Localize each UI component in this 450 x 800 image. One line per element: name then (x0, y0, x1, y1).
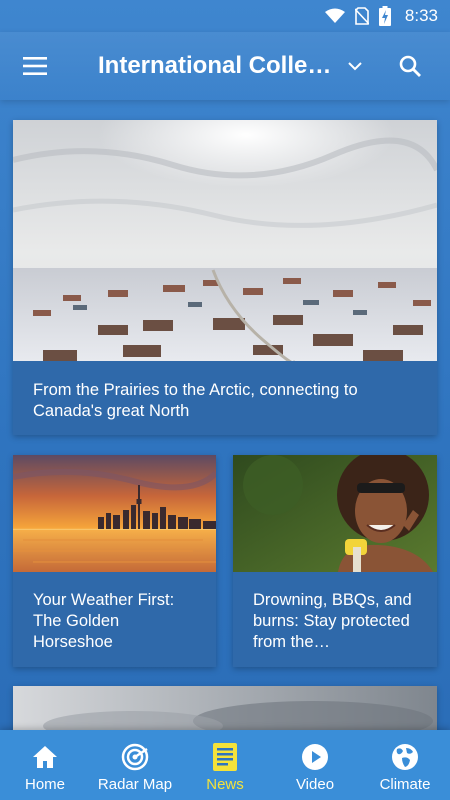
radar-icon (121, 743, 149, 771)
article-caption: Drowning, BBQs, and burns: Stay protecte… (233, 572, 437, 667)
nav-label: Home (24, 776, 65, 793)
battery-charging-icon (378, 6, 391, 26)
nav-label: Radar Map (97, 776, 173, 793)
news-icon (213, 743, 237, 771)
nav-item-news[interactable]: News (180, 730, 270, 800)
article-caption: From the Prairies to the Arctic, connect… (13, 361, 437, 435)
search-button[interactable] (370, 32, 450, 100)
article-card-featured[interactable]: From the Prairies to the Arctic, connect… (13, 120, 437, 435)
nav-label: Video (295, 776, 335, 793)
article-title: Your Weather First: The Golden Horseshoe (33, 591, 175, 651)
page-title: International Colleg… (98, 52, 334, 79)
bottom-navigation: Home Radar Map News Video Climate (0, 730, 450, 800)
nav-item-radar-map[interactable]: Radar Map (90, 730, 180, 800)
nav-label: Climate (379, 776, 431, 793)
globe-icon (392, 744, 418, 770)
arctic-town-image (13, 120, 437, 361)
status-time: 8:33 (404, 6, 438, 25)
app-bar: International Colleg… (0, 32, 450, 100)
woman-sunscreen-image (233, 455, 437, 572)
article-title: From the Prairies to the Arctic, connect… (33, 381, 358, 420)
nav-item-climate[interactable]: Climate (360, 730, 450, 800)
article-title: Drowning, BBQs, and burns: Stay protecte… (253, 591, 412, 651)
search-icon (399, 55, 421, 77)
article-card[interactable]: Your Weather First: The Golden Horseshoe (13, 455, 216, 667)
location-selector[interactable]: International Colleg… (70, 52, 370, 80)
hamburger-menu-icon (23, 57, 47, 75)
play-icon (302, 744, 328, 770)
toronto-skyline-sunset-image (13, 455, 216, 572)
nav-item-video[interactable]: Video (270, 730, 360, 800)
home-icon (33, 746, 57, 768)
menu-button[interactable] (0, 32, 70, 100)
nav-label: News (206, 776, 244, 793)
chevron-down-icon (348, 61, 362, 70)
nav-item-home[interactable]: Home (0, 730, 90, 800)
article-card[interactable]: Drowning, BBQs, and burns: Stay protecte… (233, 455, 437, 667)
wifi-icon (324, 8, 345, 23)
article-caption: Your Weather First: The Golden Horseshoe (13, 572, 216, 667)
status-bar: 8:33 (0, 0, 450, 32)
no-sim-icon (354, 7, 369, 25)
